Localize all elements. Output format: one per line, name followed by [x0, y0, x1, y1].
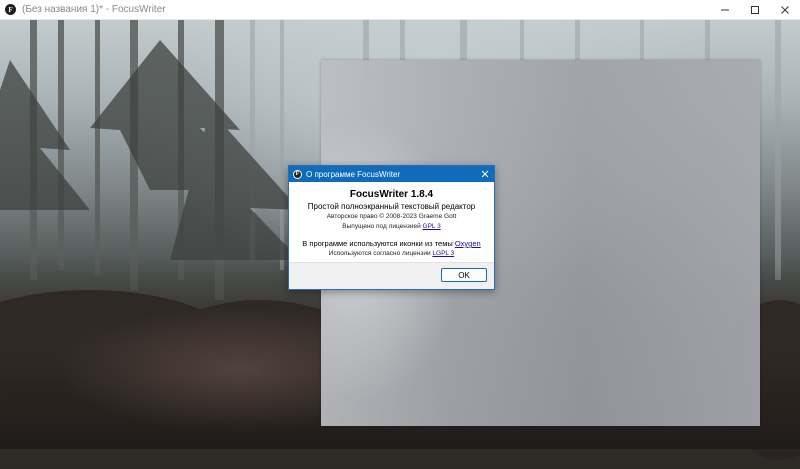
- app-name-version: FocusWriter 1.8.4: [349, 189, 434, 200]
- about-dialog-title: О программе FocusWriter: [306, 169, 401, 179]
- gpl-license-link[interactable]: GPL 3: [423, 223, 441, 230]
- about-dialog-titlebar: F О программе FocusWriter: [289, 166, 494, 182]
- window-controls: [710, 0, 800, 20]
- close-icon: [481, 170, 489, 178]
- maximize-icon: [751, 6, 759, 14]
- license-line: Выпущено под лицензией GPL 3: [289, 222, 494, 232]
- icons-prefix: В программе используются иконки из темы: [302, 239, 453, 248]
- window-titlebar: F (Без названия 1)* - FocusWriter: [0, 0, 800, 20]
- close-button[interactable]: [770, 0, 800, 20]
- copyright-text: Авторское право © 2008-2023 Graeme Gott: [326, 213, 457, 220]
- about-dialog-body: FocusWriter 1.8.4 Простой полноэкранный …: [289, 182, 494, 262]
- focuswriter-app: F (Без названия 1)* - FocusWriter F О пр…: [0, 0, 800, 469]
- focuswriter-logo-icon: F: [5, 4, 16, 15]
- app-tagline: Простой полноэкранный текстовый редактор: [307, 202, 476, 211]
- ok-button[interactable]: OK: [441, 268, 487, 282]
- close-icon: [781, 6, 789, 14]
- icons-license-line: Используются согласно лицензии LGPL 3: [289, 249, 494, 259]
- minimize-button[interactable]: [710, 0, 740, 20]
- maximize-button[interactable]: [740, 0, 770, 20]
- focuswriter-logo-icon: F: [293, 169, 302, 179]
- license-prefix: Выпущено под лицензией: [342, 223, 421, 230]
- icons-license-prefix: Используются согласно лицензии: [328, 250, 431, 257]
- window-title: (Без названия 1)* - FocusWriter: [22, 4, 166, 15]
- minimize-icon: [721, 9, 729, 11]
- about-close-button[interactable]: [480, 169, 490, 179]
- about-dialog-footer: OK: [289, 262, 494, 289]
- oxygen-theme-link[interactable]: Oxygen: [455, 239, 481, 248]
- icons-line: В программе используются иконки из темы …: [289, 238, 494, 249]
- lgpl-license-link[interactable]: LGPL 3: [432, 250, 454, 257]
- about-dialog: F О программе FocusWriter FocusWriter 1.…: [288, 165, 495, 290]
